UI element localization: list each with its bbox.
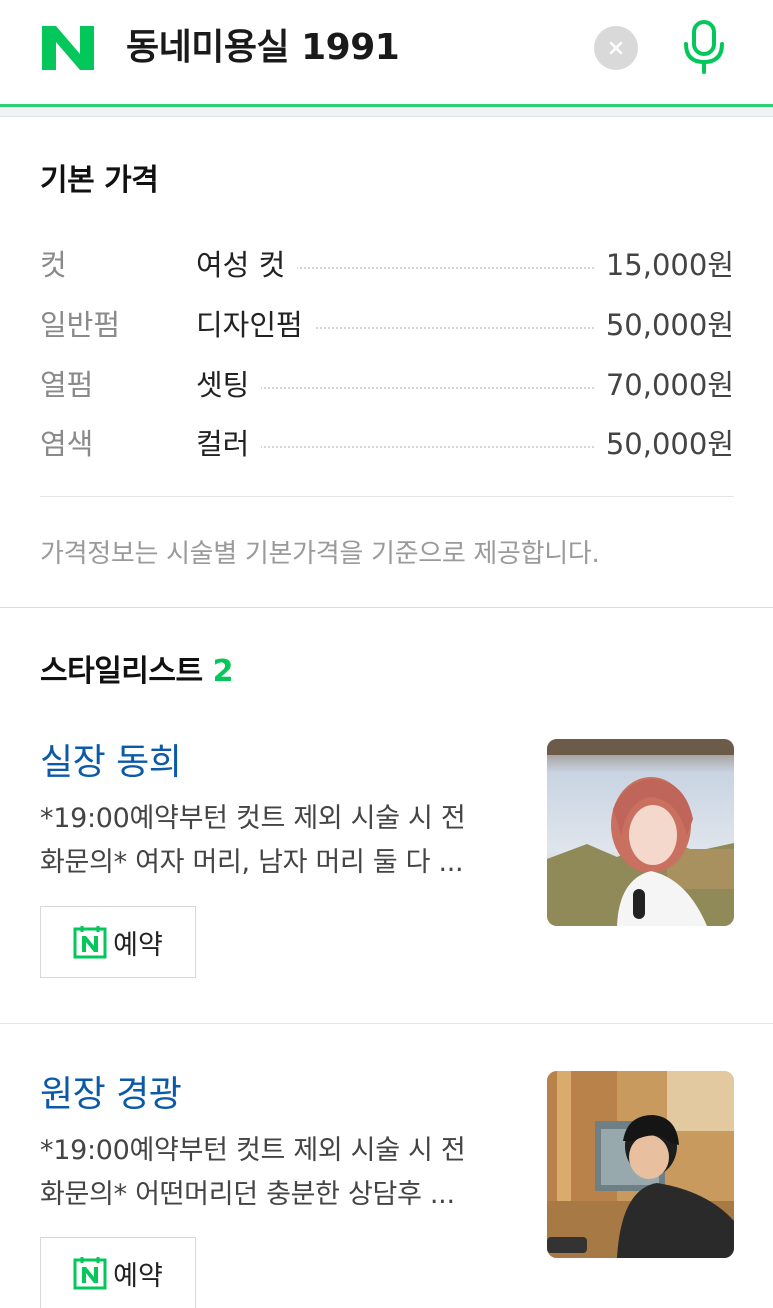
book-button[interactable]: 예약	[40, 1237, 196, 1308]
price-divider	[40, 496, 734, 497]
price-item-name: 디자인펌	[196, 303, 315, 347]
price-category: 컷	[40, 248, 67, 282]
price-section-title: 기본 가격	[40, 163, 159, 198]
close-icon	[609, 41, 623, 55]
search-header: 동네미용실 1991	[0, 0, 773, 106]
section-divider	[0, 607, 773, 608]
stylist-description-line: 화문의* 여자 머리, 남자 머리 둘 다 ...	[40, 847, 464, 878]
stylist-photo[interactable]	[547, 739, 734, 926]
price-section: 기본 가격 컷 여성 컷 15,000원 일반펌 디자인펌 50,000원 열펌…	[0, 117, 773, 607]
price-category: 일반펌	[40, 308, 121, 342]
stylists-title-text: 스타일리스트	[40, 654, 203, 689]
stylist-photo[interactable]	[547, 1071, 734, 1258]
naver-booking-icon	[73, 926, 107, 959]
price-value: 15,000원	[593, 243, 734, 287]
price-value: 70,000원	[593, 363, 734, 407]
price-row[interactable]: 염색 컬러 50,000원	[40, 422, 734, 466]
section-gap	[0, 107, 773, 117]
naver-logo[interactable]	[40, 24, 96, 72]
price-row[interactable]: 일반펌 디자인펌 50,000원	[40, 303, 734, 347]
book-button[interactable]: 예약	[40, 906, 196, 978]
clear-search-button[interactable]	[594, 26, 638, 70]
price-category: 열펌	[40, 368, 94, 402]
stylist-description-line: 화문의* 어떤머리던 충분한 상담후 ...	[40, 1179, 455, 1210]
stylists-count: 2	[212, 654, 234, 689]
stylist-divider	[0, 1023, 773, 1024]
stylist-description-line: *19:00예약부턴 컷트 제외 시술 시 전	[40, 1135, 466, 1166]
stylists-section-title: 스타일리스트 2	[40, 646, 233, 690]
stylist-name[interactable]: 원장 경광	[40, 1071, 182, 1119]
price-value: 50,000원	[593, 303, 734, 347]
stylist-name[interactable]: 실장 동희	[40, 739, 182, 787]
price-row[interactable]: 컷 여성 컷 15,000원	[40, 243, 734, 287]
search-query[interactable]: 동네미용실 1991	[126, 24, 400, 72]
price-category: 염색	[40, 427, 94, 461]
price-item-name: 컬러	[196, 422, 262, 466]
stylist-card[interactable]: 원장 경광 *19:00예약부턴 컷트 제외 시술 시 전 화문의* 어떤머리던…	[0, 1071, 773, 1308]
book-button-label: 예약	[113, 1260, 163, 1292]
book-button-label: 예약	[113, 929, 163, 961]
price-item-name: 셋팅	[196, 363, 262, 407]
stylist-description: *19:00예약부턴 컷트 제외 시술 시 전 화문의* 여자 머리, 남자 머…	[40, 797, 520, 885]
stylist-card[interactable]: 실장 동희 *19:00예약부턴 컷트 제외 시술 시 전 화문의* 여자 머리…	[0, 739, 773, 979]
price-row[interactable]: 열펌 셋팅 70,000원	[40, 363, 734, 407]
naver-booking-icon	[73, 1257, 107, 1290]
price-note: 가격정보는 시술별 기본가격을 기준으로 제공합니다.	[40, 539, 600, 569]
stylist-description: *19:00예약부턴 컷트 제외 시술 시 전 화문의* 어떤머리던 충분한 상…	[40, 1129, 520, 1217]
price-item-name: 여성 컷	[196, 243, 298, 287]
microphone-icon[interactable]	[678, 18, 730, 76]
price-value: 50,000원	[593, 422, 734, 466]
stylist-description-line: *19:00예약부턴 컷트 제외 시술 시 전	[40, 803, 466, 834]
